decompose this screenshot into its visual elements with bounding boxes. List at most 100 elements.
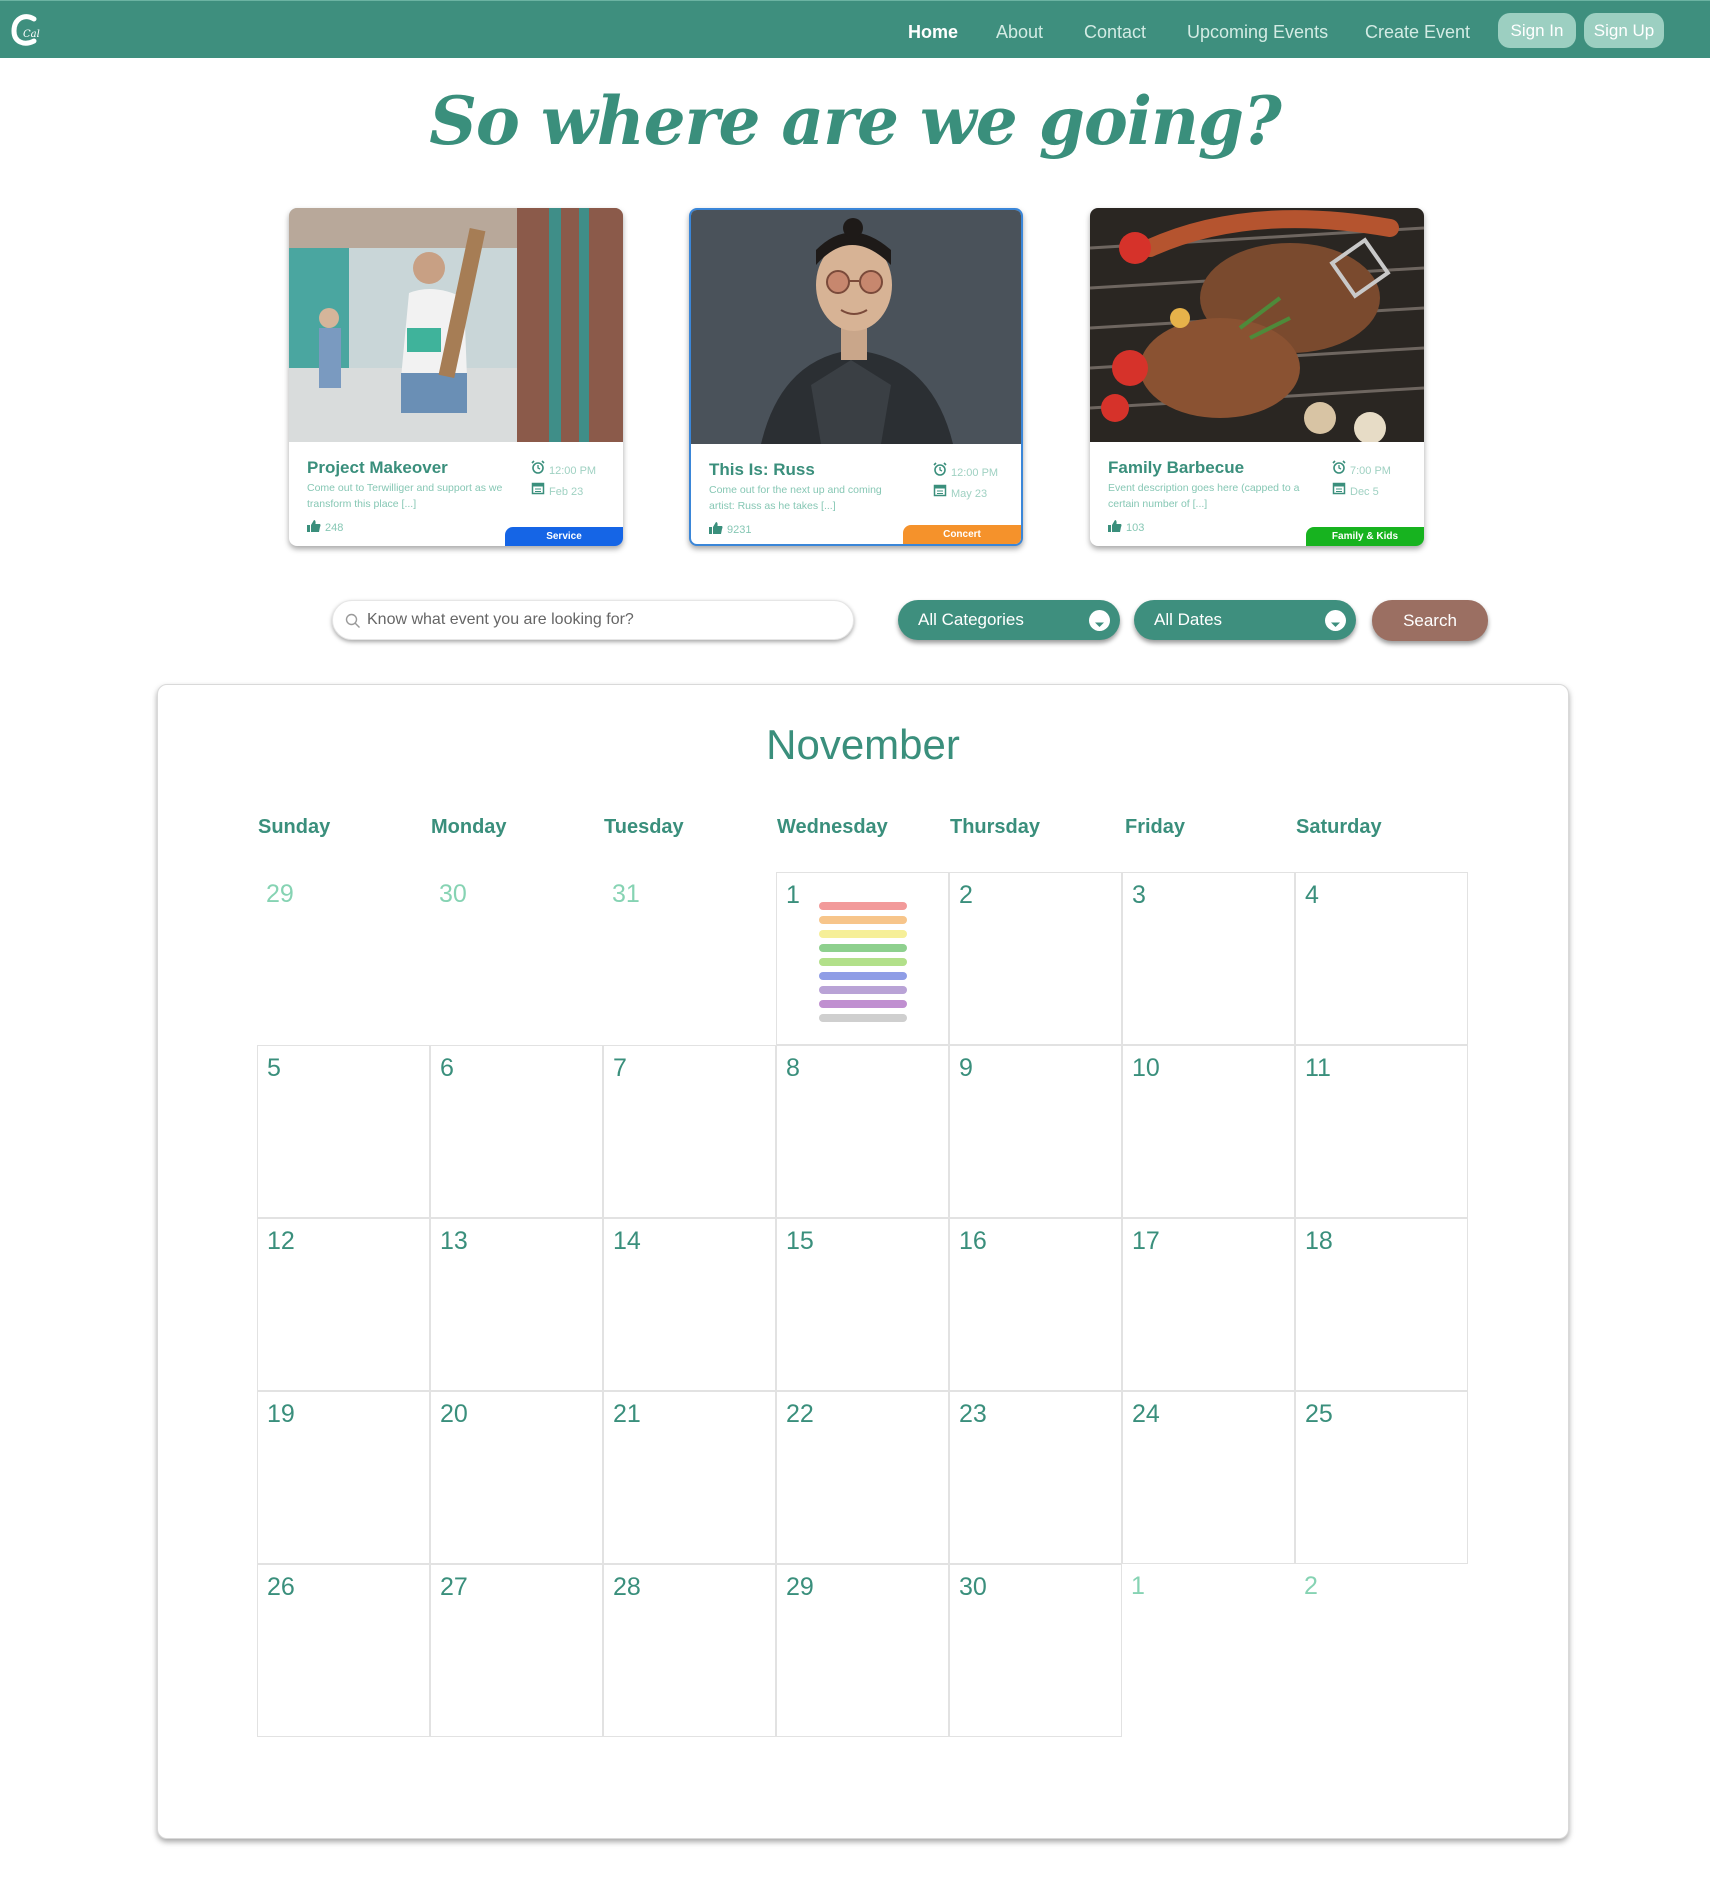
calendar-day-cell[interactable]: 8 — [776, 1045, 949, 1218]
event-image-artist — [691, 210, 1021, 444]
calendar-day-number: 27 — [440, 1573, 468, 1601]
calendar-day-cell[interactable]: 4 — [1295, 872, 1468, 1045]
thumbs-up-icon[interactable] — [307, 520, 321, 535]
calendar-day-outside-month: 30 — [430, 872, 603, 1045]
calendar-day-cell[interactable]: 9 — [949, 1045, 1122, 1218]
event-description: Come out for the next up and coming arti… — [709, 484, 882, 512]
event-indicator-bar[interactable] — [819, 944, 907, 952]
calendar-day-cell[interactable]: 15 — [776, 1218, 949, 1391]
calendar-day-number: 31 — [612, 880, 640, 908]
event-time: 12:00 PM — [549, 464, 597, 477]
event-time: 7:00 PM — [1350, 464, 1391, 477]
calendar-day-cell[interactable]: 7 — [603, 1045, 776, 1218]
calendar-day-number: 26 — [267, 1573, 295, 1601]
nav-about-link[interactable]: About — [996, 22, 1043, 43]
event-indicator-bar[interactable] — [819, 958, 907, 966]
event-image-barbecue — [1090, 208, 1424, 442]
calendar-month-title: November — [766, 721, 960, 768]
event-date: May 23 — [951, 487, 988, 500]
event-card-family-barbecue[interactable]: Family Barbecue Event description goes h… — [1090, 208, 1424, 546]
weekday-header: Thursday — [950, 816, 1041, 838]
event-card-project-makeover[interactable]: Project Makeover Come out to Terwilliger… — [289, 208, 623, 546]
chevron-down-icon — [1089, 610, 1110, 631]
calendar-day-number: 10 — [1132, 1054, 1160, 1082]
calendar-icon — [531, 481, 545, 502]
hero-title: So where are we going? — [429, 82, 1282, 160]
event-description: Come out to Terwilliger and support as w… — [307, 482, 503, 510]
calendar-day-cell[interactable]: 5 — [257, 1045, 430, 1218]
sign-up-button[interactable]: Sign Up — [1584, 13, 1664, 48]
date-dropdown-value: All Dates — [1154, 610, 1223, 629]
category-dropdown[interactable]: All Categories — [898, 600, 1120, 640]
like-count: 9231 — [727, 523, 752, 536]
calendar-day-cell[interactable]: 17 — [1122, 1218, 1295, 1391]
calendar-day-number: 29 — [266, 880, 294, 908]
calendar-day-cell[interactable]: 13 — [430, 1218, 603, 1391]
event-indicator-bar[interactable] — [819, 986, 907, 994]
calendar-day-outside-month: 29 — [257, 872, 430, 1045]
calendar-day-cell[interactable]: 28 — [603, 1564, 776, 1737]
nav-home-link[interactable]: Home — [908, 22, 958, 43]
calendar-day-number: 8 — [786, 1054, 800, 1082]
calendar-day-cell[interactable]: 29 — [776, 1564, 949, 1737]
thumbs-up-icon[interactable] — [709, 522, 723, 537]
event-indicator-stack — [819, 902, 907, 1028]
calendar-day-cell[interactable]: 23 — [949, 1391, 1122, 1564]
calendar-day-cell[interactable]: 11 — [1295, 1045, 1468, 1218]
calendar-day-number: 23 — [959, 1400, 987, 1428]
weekday-header: Wednesday — [777, 816, 888, 838]
calendar-day-cell[interactable]: 6 — [430, 1045, 603, 1218]
calendar-day-number: 30 — [959, 1573, 987, 1601]
nav-upcoming-events-link[interactable]: Upcoming Events — [1187, 22, 1328, 43]
event-indicator-bar[interactable] — [819, 972, 907, 980]
search-button[interactable]: Search — [1372, 600, 1488, 641]
event-search-input[interactable] — [367, 601, 837, 639]
calendar-day-cell[interactable]: 16 — [949, 1218, 1122, 1391]
event-indicator-bar[interactable] — [819, 1014, 907, 1022]
calendar-day-number: 13 — [440, 1227, 468, 1255]
calendar-day-cell[interactable]: 26 — [257, 1564, 430, 1737]
calendar-day-cell[interactable]: 18 — [1295, 1218, 1468, 1391]
cal-logo-icon[interactable]: Cal — [10, 11, 42, 49]
calendar-day-number: 24 — [1132, 1400, 1160, 1428]
calendar-day-outside-month: 2 — [1295, 1564, 1468, 1737]
calendar-day-cell[interactable]: 27 — [430, 1564, 603, 1737]
date-dropdown[interactable]: All Dates — [1134, 600, 1356, 640]
calendar-icon — [933, 483, 947, 504]
calendar-day-number: 2 — [959, 881, 973, 909]
event-indicator-bar[interactable] — [819, 902, 907, 910]
calendar-day-cell[interactable]: 12 — [257, 1218, 430, 1391]
event-indicator-bar[interactable] — [819, 930, 907, 938]
calendar-day-outside-month: 1 — [1122, 1564, 1295, 1737]
sign-in-button[interactable]: Sign In — [1498, 13, 1576, 48]
calendar-day-cell[interactable]: 22 — [776, 1391, 949, 1564]
calendar-day-cell[interactable]: 2 — [949, 872, 1122, 1045]
calendar-day-cell[interactable]: 10 — [1122, 1045, 1295, 1218]
event-card-this-is-russ[interactable]: This Is: Russ Come out for the next up a… — [689, 208, 1023, 546]
category-badge: Service — [505, 527, 623, 546]
calendar-day-cell[interactable]: 20 — [430, 1391, 603, 1564]
calendar-day-number: 22 — [786, 1400, 814, 1428]
calendar-day-cell[interactable]: 30 — [949, 1564, 1122, 1737]
nav-contact-link[interactable]: Contact — [1084, 22, 1146, 43]
calendar-day-cell[interactable]: 24 — [1122, 1391, 1295, 1564]
thumbs-up-icon[interactable] — [1108, 520, 1122, 535]
calendar-day-number: 20 — [440, 1400, 468, 1428]
calendar-day-cell[interactable]: 21 — [603, 1391, 776, 1564]
calendar-panel: November Sunday Monday Tuesday Wednesday… — [157, 684, 1569, 1839]
category-dropdown-value: All Categories — [918, 610, 1024, 629]
event-image-volunteer — [289, 208, 623, 442]
calendar-day-cell[interactable]: 19 — [257, 1391, 430, 1564]
weekday-header: Monday — [431, 816, 507, 838]
calendar-day-outside-month: 31 — [603, 872, 776, 1045]
calendar-day-cell[interactable]: 25 — [1295, 1391, 1468, 1564]
event-title: Project Makeover — [307, 458, 448, 477]
calendar-day-number: 30 — [439, 880, 467, 908]
calendar-day-cell[interactable]: 3 — [1122, 872, 1295, 1045]
calendar-day-cell[interactable]: 14 — [603, 1218, 776, 1391]
event-indicator-bar[interactable] — [819, 1000, 907, 1008]
event-indicator-bar[interactable] — [819, 916, 907, 924]
calendar-day-number: 11 — [1305, 1054, 1331, 1082]
calendar-day-cell[interactable]: 1 — [776, 872, 949, 1045]
nav-create-event-link[interactable]: Create Event — [1365, 22, 1470, 43]
